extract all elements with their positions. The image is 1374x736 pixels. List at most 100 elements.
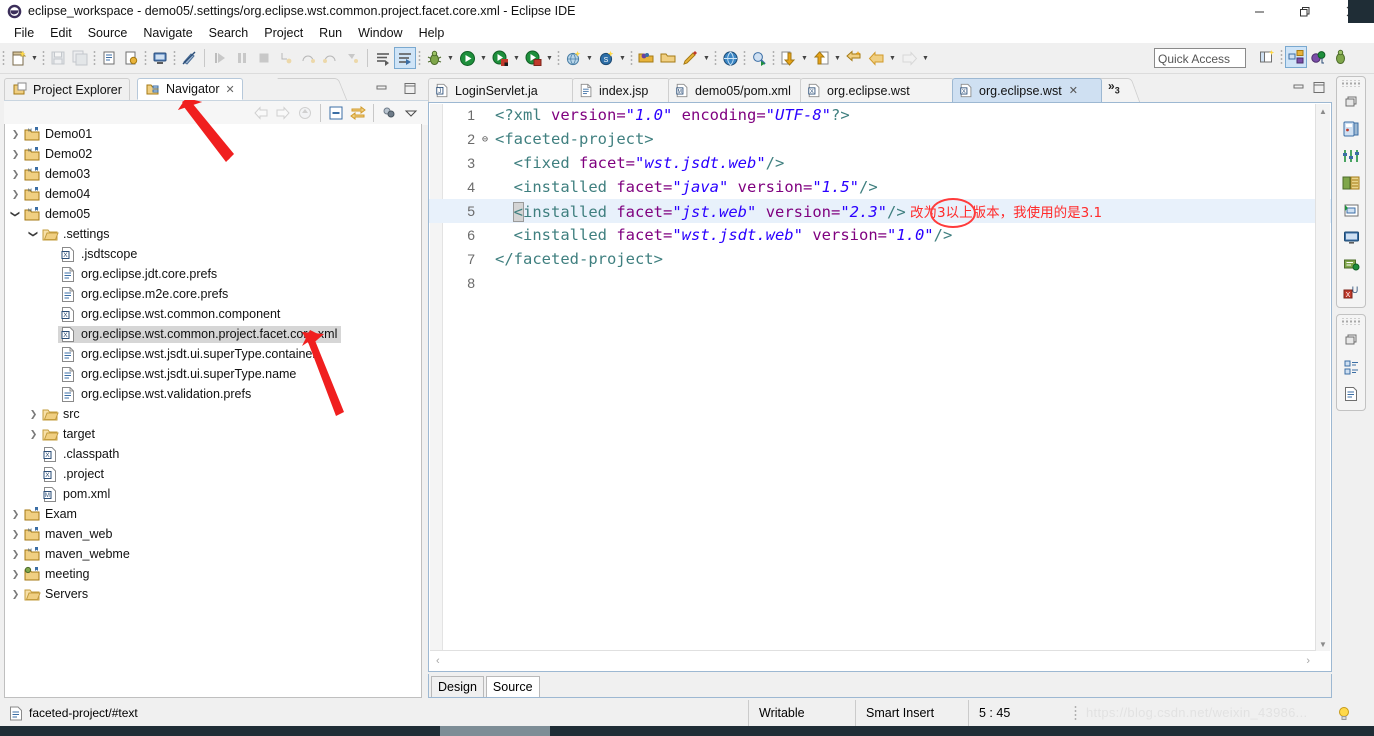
console-view-icon[interactable]	[1338, 224, 1364, 250]
code-line[interactable]: 2 ⊖ <faceted-project>	[429, 127, 1331, 151]
chevron-down-icon[interactable]: ❯	[6, 208, 26, 221]
chevron-right-icon[interactable]: ❯	[27, 404, 40, 424]
tree-item-content[interactable]: X .jsdtscope	[58, 246, 141, 263]
back-dropdown-icon[interactable]: ▼	[887, 47, 898, 69]
tree-item--jsdtscope[interactable]: X .jsdtscope	[5, 244, 421, 264]
tree-item-org-eclipse-wst-jsdt-ui-supertype-name[interactable]: org.eclipse.wst.jsdt.ui.superType.name	[5, 364, 421, 384]
search-icon[interactable]	[748, 47, 770, 69]
up-one-level-icon[interactable]	[294, 103, 316, 123]
snippets-view-icon[interactable]	[1338, 197, 1364, 223]
debug-dropdown-icon[interactable]: ▼	[445, 47, 456, 69]
new-server-icon[interactable]	[149, 47, 171, 69]
view-menu-icon[interactable]	[400, 103, 422, 123]
tab-source[interactable]: Source	[485, 676, 540, 697]
quick-access-input[interactable]: Quick Access	[1154, 48, 1246, 68]
tree-item-content[interactable]: org.eclipse.wst.jsdt.ui.superType.contai…	[58, 346, 321, 363]
step-over-icon[interactable]	[297, 47, 319, 69]
tree-item-org-eclipse-m2e-core-prefs[interactable]: org.eclipse.m2e.core.prefs	[5, 284, 421, 304]
validation-view-icon[interactable]: X U	[1338, 278, 1364, 304]
tree-item-demo03[interactable]: ❯ Mdemo03	[5, 164, 421, 184]
maven-build-dropdown-icon[interactable]: ▼	[701, 47, 712, 69]
code-line[interactable]: 5 <installed facet="jst.web" version="2.…	[429, 199, 1331, 223]
link-with-editor-icon[interactable]	[347, 103, 369, 123]
run-server-dropdown-icon[interactable]: ▼	[511, 47, 522, 69]
servers-view-icon[interactable]	[1338, 116, 1364, 142]
no-marker-icon[interactable]	[178, 47, 200, 69]
run-server-icon[interactable]	[489, 47, 511, 69]
maven-build-icon[interactable]	[679, 47, 701, 69]
tree-item-content[interactable]: Exam	[22, 506, 81, 523]
tree-item-org-eclipse-wst-jsdt-ui-supertype-container[interactable]: org.eclipse.wst.jsdt.ui.superType.contai…	[5, 344, 421, 364]
tree-item-content[interactable]: org.eclipse.wst.validation.prefs	[58, 386, 255, 403]
new-wizard-dropdown-icon[interactable]: ▼	[29, 47, 40, 69]
forward-icon[interactable]	[272, 103, 294, 123]
properties-view-icon[interactable]	[1338, 143, 1364, 169]
open-resource-icon[interactable]	[657, 47, 679, 69]
run-dropdown-icon[interactable]: ▼	[478, 47, 489, 69]
tree-item-content[interactable]: org.eclipse.jdt.core.prefs	[58, 266, 221, 283]
chevron-right-icon[interactable]: ❯	[9, 564, 22, 584]
editor-tab-org-eclipse-wst[interactable]: Xorg.eclipse.wst	[800, 78, 954, 102]
tree-item-demo01[interactable]: ❯ M Demo01	[5, 124, 421, 144]
open-type-icon[interactable]	[635, 47, 657, 69]
editor-tab-demo05-pom-xml[interactable]: Mdemo05/pom.xml	[668, 78, 802, 102]
restore-icon[interactable]	[1338, 89, 1364, 115]
code-line[interactable]: 3 <fixed facet="wst.jsdt.web"/>	[429, 151, 1331, 175]
tree-item-org-eclipse-wst-common-project-facet-core-xml[interactable]: Xorg.eclipse.wst.common.project.facet.co…	[5, 324, 421, 344]
tree-item-org-eclipse-jdt-core-prefs[interactable]: org.eclipse.jdt.core.prefs	[5, 264, 421, 284]
status-grip[interactable]	[1074, 705, 1077, 721]
code-line[interactable]: 4 <installed facet="java" version="1.5"/…	[429, 175, 1331, 199]
back-icon[interactable]	[250, 103, 272, 123]
tree-item-content[interactable]: M Demo02	[22, 146, 96, 163]
editor-horizontal-scrollbar[interactable]: ‹ ›	[430, 650, 1316, 670]
code-line[interactable]: 8	[429, 271, 1331, 295]
tree-item-servers[interactable]: ❯ Servers	[5, 584, 421, 604]
restore-icon[interactable]	[1338, 327, 1364, 353]
tree-item-content[interactable]: Mdemo03	[22, 166, 94, 183]
tree-item-content[interactable]: Mmaven_web	[22, 526, 116, 543]
scroll-right-icon[interactable]: ›	[1306, 655, 1310, 667]
tree-item-content[interactable]: Servers	[22, 586, 92, 603]
tree-item-content[interactable]: X .project	[40, 466, 108, 483]
step-return-icon[interactable]	[319, 47, 341, 69]
scroll-left-icon[interactable]: ‹	[436, 655, 440, 667]
tree-item-demo02[interactable]: ❯ M Demo02	[5, 144, 421, 164]
fast-view-grip[interactable]	[1342, 80, 1360, 87]
chevron-right-icon[interactable]: ❯	[9, 184, 22, 204]
maximize-view-icon[interactable]	[402, 80, 418, 96]
menu-run[interactable]: Run	[311, 24, 350, 42]
resume-icon[interactable]	[209, 47, 231, 69]
maximize-restore-button[interactable]	[1282, 0, 1328, 23]
open-perspective-icon[interactable]	[1256, 46, 1278, 68]
editor-vertical-scrollbar[interactable]: ▲ ▼	[1315, 104, 1330, 651]
tree-item-maven-web[interactable]: ❯ Mmaven_web	[5, 524, 421, 544]
tree-item-src[interactable]: ❯ src	[5, 404, 421, 424]
menu-navigate[interactable]: Navigate	[135, 24, 200, 42]
forward-icon[interactable]	[898, 47, 920, 69]
scroll-up-icon[interactable]: ▲	[1316, 104, 1330, 118]
new-ejb-icon[interactable]: S	[595, 47, 617, 69]
print-icon[interactable]	[98, 47, 120, 69]
chevron-right-icon[interactable]: ❯	[9, 524, 22, 544]
new-web-project-icon[interactable]	[562, 47, 584, 69]
data-source-explorer-icon[interactable]	[1338, 170, 1364, 196]
tree-item-content[interactable]: org.eclipse.wst.jsdt.ui.superType.name	[58, 366, 300, 383]
code-line[interactable]: 1 <?xml version="1.0" encoding="UTF-8"?>	[429, 103, 1331, 127]
tree-item--settings[interactable]: ❯ .settings	[5, 224, 421, 244]
chevron-right-icon[interactable]: ❯	[9, 124, 22, 144]
tree-item-content[interactable]: M Demo01	[22, 126, 96, 143]
editor-tab-loginservlet-ja[interactable]: J LoginServlet.ja	[428, 78, 574, 102]
tree-item-org-eclipse-wst-validation-prefs[interactable]: org.eclipse.wst.validation.prefs	[5, 384, 421, 404]
editor-tab-overflow-button[interactable]: »3	[1108, 79, 1120, 95]
menu-edit[interactable]: Edit	[42, 24, 80, 42]
new-wizard-icon[interactable]	[7, 47, 29, 69]
toolbar-grip[interactable]	[2, 50, 5, 66]
perspective-java-icon[interactable]	[1307, 46, 1329, 68]
tree-item-content[interactable]: meeting	[22, 566, 93, 583]
tree-item-content[interactable]: src	[40, 406, 84, 423]
minimize-button[interactable]	[1236, 0, 1282, 23]
outline-view-icon[interactable]	[1338, 354, 1364, 380]
filters-icon[interactable]	[378, 103, 400, 123]
collapse-all-icon[interactable]	[325, 103, 347, 123]
skip-breakpoints-icon[interactable]	[372, 47, 394, 69]
